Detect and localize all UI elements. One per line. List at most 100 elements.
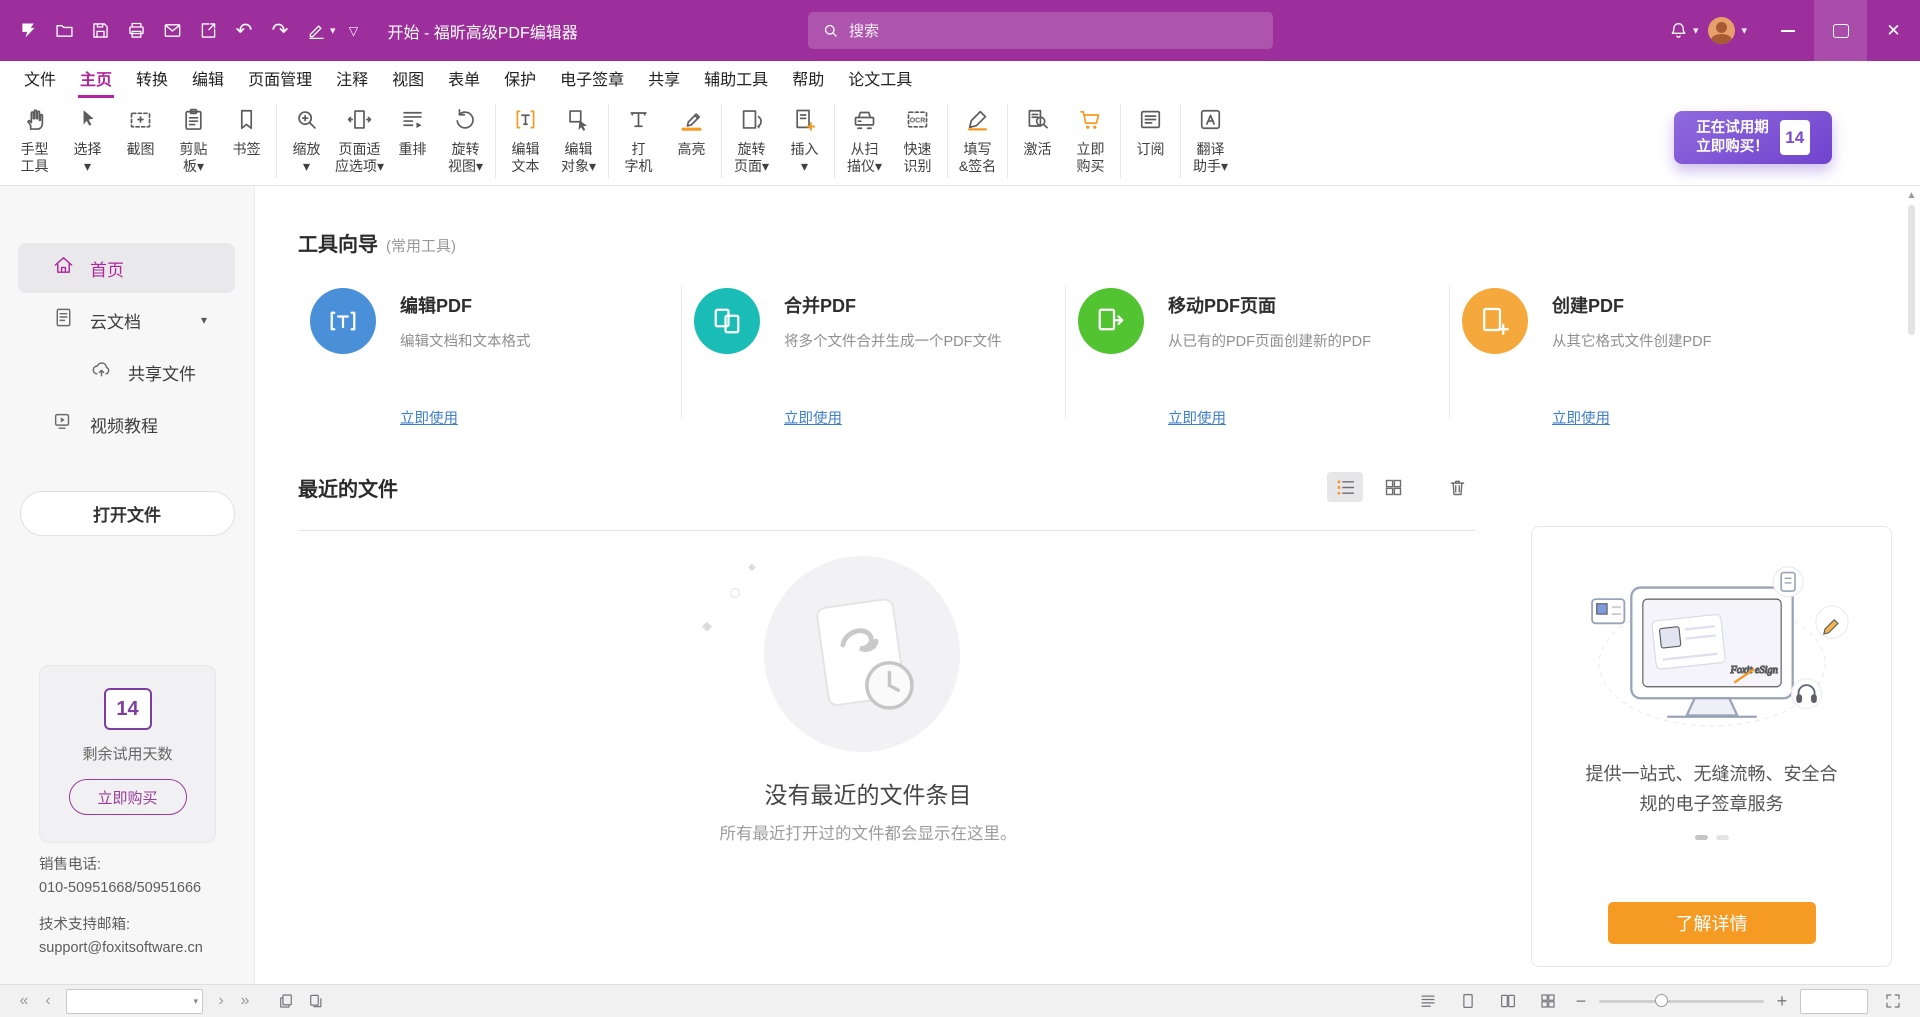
card-use-now-link[interactable]: 立即使用 [1168,407,1226,428]
tool-edit-object[interactable]: 编辑对象▾ [552,101,605,175]
menu-share[interactable]: 共享 [646,60,682,98]
tool-edit-text[interactable]: 编辑文本 [499,101,552,175]
sparkle-decoration: ◆ [702,618,712,634]
menu-esign[interactable]: 电子签章 [558,60,626,98]
ribbon-mode-icon[interactable]: ▽ [336,12,372,50]
main-scrollbar[interactable]: ▲ [1903,186,1920,984]
tool-zoom[interactable]: 缩放▾ [280,101,333,175]
tool-subscribe[interactable]: 订阅 [1124,101,1177,158]
sidebar-item-video-tutorials[interactable]: 视频教程 [18,399,235,449]
facing-pages-icon[interactable] [1493,989,1523,1013]
prev-page-icon[interactable]: ‹ [36,993,60,1009]
buy-now-button[interactable]: 立即购买 [69,779,187,815]
sign-pen-icon[interactable] [298,12,334,50]
grid-view-icon[interactable] [1375,472,1411,502]
sidebar-item-cloud-docs[interactable]: 云文档▾ [18,295,235,345]
tool-rotate-view[interactable]: 旋转视图▾ [439,101,492,175]
avatar-dropdown-caret[interactable]: ▾ [1741,24,1747,37]
sidebar-item-shared-files[interactable]: 共享文件 [18,347,235,397]
tool-quick-ocr[interactable]: OCR快速识别 [891,101,944,175]
bell-dropdown-caret[interactable]: ▾ [1693,24,1699,37]
card-use-now-link[interactable]: 立即使用 [400,407,458,428]
tool-fit-page-options[interactable]: 页面适应选项▾ [333,101,386,175]
zoom-out-icon[interactable]: − [1573,992,1589,1010]
last-page-icon[interactable]: » [233,993,257,1009]
menu-convert[interactable]: 转换 [134,60,170,98]
reading-mode-icon[interactable] [1413,989,1443,1013]
card-use-now-link[interactable]: 立即使用 [784,407,842,428]
menu-page-manage[interactable]: 页面管理 [246,60,314,98]
bell-icon[interactable] [1661,12,1697,50]
tools-section-title: 工具向导 [298,228,378,257]
tool-reflow[interactable]: 重排 [386,101,439,175]
next-page-icon[interactable]: › [209,993,233,1009]
snapshot-page-icon[interactable] [271,989,301,1013]
sign-pen-dropdown-caret[interactable]: ▾ [330,24,336,37]
save-icon[interactable] [82,12,118,50]
carousel-dot[interactable] [1716,835,1729,840]
snapshot-page-alt-icon[interactable] [301,989,331,1013]
zoom-slider[interactable] [1599,994,1764,1008]
menu-accessibility[interactable]: 辅助工具 [702,60,770,98]
tool-snapshot[interactable]: 截图 [114,101,167,175]
tool-highlight[interactable]: 高亮 [665,101,718,175]
tool-label: 翻译助手▾ [1193,141,1228,175]
tool-buy-now[interactable]: 立即购买 [1064,101,1117,175]
tool-translate-assistant[interactable]: 翻译助手▾ [1184,101,1237,175]
close-button[interactable]: ✕ [1867,0,1920,61]
foxit-logo[interactable] [10,12,46,50]
learn-more-button[interactable]: 了解详情 [1608,902,1816,944]
scroll-up-icon[interactable]: ▲ [1907,190,1917,201]
tool-typewriter[interactable]: 打字机 [612,101,665,175]
undo-icon[interactable]: ↶ [226,12,262,50]
zoom-in-icon[interactable]: + [1774,992,1790,1010]
minimize-button[interactable] [1761,0,1814,61]
menu-form[interactable]: 表单 [446,60,482,98]
search-box[interactable]: 搜索 [808,12,1273,49]
open-file-button[interactable]: 打开文件 [20,491,235,536]
trash-icon[interactable] [1439,472,1475,502]
tool-fill-sign[interactable]: 填写&签名 [951,101,1004,175]
tool-clipboard[interactable]: 剪贴板▾ [167,101,220,175]
first-page-icon[interactable]: « [12,993,36,1009]
main-area: 工具向导 (常用工具) 编辑PDF编辑文档和文本格式立即使用合并PDF将多个文件… [255,186,1920,984]
redo-icon[interactable]: ↷ [262,12,298,50]
print-icon[interactable] [118,12,154,50]
tool-bookmark[interactable]: 书签 [220,101,273,175]
avatar[interactable] [1708,17,1735,44]
page-number-input[interactable] [66,989,203,1014]
menu-edit[interactable]: 编辑 [190,60,226,98]
zoom-slider-thumb[interactable] [1655,994,1668,1007]
menu-protect[interactable]: 保护 [502,60,538,98]
tool-label: 订阅 [1137,141,1165,158]
menu-help[interactable]: 帮助 [790,60,826,98]
list-view-icon[interactable] [1327,472,1363,502]
tool-activate[interactable]: 激活 [1011,101,1064,175]
sidebar-item-home[interactable]: 首页 [18,243,235,293]
export-doc-icon[interactable] [190,12,226,50]
restore-button[interactable] [1814,0,1867,61]
email-icon[interactable] [154,12,190,50]
tool-from-scanner[interactable]: 从扫描仪▾ [838,101,891,175]
tool-hand-tool[interactable]: 手型工具 [8,101,61,175]
menu-file[interactable]: 文件 [22,60,58,98]
thumbnail-grid-icon[interactable] [1533,989,1563,1013]
chevron-down-icon[interactable]: ▾ [201,313,207,327]
zoom-percent-input[interactable] [1800,989,1868,1014]
fit-screen-icon[interactable] [1878,989,1908,1013]
tool-select[interactable]: 选择▾ [61,101,114,175]
card-use-now-link[interactable]: 立即使用 [1552,407,1610,428]
menu-paper-tools[interactable]: 论文工具 [846,60,914,98]
tool-rotate-pages[interactable]: 旋转页面▾ [725,101,778,175]
carousel-dot-active[interactable] [1695,835,1708,840]
trial-badge[interactable]: 正在试用期 立即购买！ 14 [1674,111,1832,164]
support-email-value[interactable]: support@foxitsoftware.cn [39,937,203,960]
tool-insert[interactable]: 插入▾ [778,101,831,175]
page-dropdown-caret[interactable]: ▾ [193,996,198,1007]
scrollbar-thumb[interactable] [1908,205,1915,335]
single-page-icon[interactable] [1453,989,1483,1013]
menu-comment[interactable]: 注释 [334,60,370,98]
open-file-icon[interactable] [46,12,82,50]
menu-view[interactable]: 视图 [390,60,426,98]
menu-home[interactable]: 主页 [78,60,114,98]
